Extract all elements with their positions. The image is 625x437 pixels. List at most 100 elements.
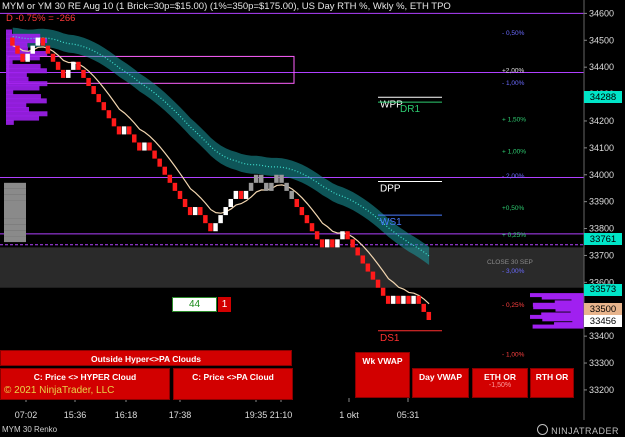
- renko-brick: [370, 271, 376, 280]
- c-price-hyper-cloud-label: C: Price <> HYPER Cloud: [33, 372, 137, 382]
- renko-brick: [223, 207, 228, 216]
- profile-bar: [4, 206, 26, 213]
- profile-bar: [6, 76, 29, 82]
- level-label: WS1: [380, 217, 402, 228]
- renko-brick: [269, 182, 274, 191]
- renko-brick: [172, 182, 178, 191]
- y-tick-label: 33400: [589, 331, 614, 341]
- profile-bar: [6, 68, 47, 74]
- renko-brick: [330, 239, 335, 248]
- renko-brick: [60, 69, 66, 78]
- y-tick-label: 33900: [589, 197, 614, 207]
- renko-brick: [396, 295, 401, 304]
- profile-bar: [6, 94, 41, 100]
- c-price-pa-cloud-button[interactable]: C: Price <>PA Cloud: [173, 368, 293, 400]
- level-label: DS1: [380, 333, 400, 344]
- day-vwap-button[interactable]: Day VWAP: [412, 368, 469, 398]
- y-tick-label: 34200: [589, 116, 614, 126]
- renko-brick: [35, 37, 41, 46]
- y-tick-label: 33300: [589, 358, 614, 368]
- drawdown-label: D -0.75% = -266: [6, 13, 76, 24]
- pct-label: - 0,50%: [502, 30, 525, 37]
- x-tick-label: 1 okt: [339, 410, 359, 420]
- pct-label: +2,00%: [502, 67, 524, 74]
- pct-label: - 2,00%: [502, 173, 525, 180]
- y-tick-label: 34400: [589, 62, 614, 72]
- renko-brick: [137, 142, 142, 151]
- renko-brick: [248, 182, 254, 191]
- renko-brick: [162, 166, 167, 175]
- profile-bar: [6, 81, 48, 87]
- profile-bar: [6, 59, 13, 65]
- wk-vwap-button[interactable]: Wk VWAP: [355, 352, 410, 398]
- brand-name: NINJATRADER: [551, 426, 619, 436]
- renko-brick: [71, 61, 76, 70]
- renko-brick: [228, 198, 233, 208]
- renko-brick: [101, 102, 107, 111]
- renko-brick: [350, 239, 355, 248]
- renko-brick: [152, 150, 157, 159]
- renko-brick: [365, 263, 371, 272]
- price-label: 33573: [584, 283, 622, 296]
- renko-brick: [319, 239, 325, 248]
- price-label: 33761: [584, 233, 622, 246]
- renko-brick: [325, 239, 330, 248]
- renko-brick: [40, 37, 46, 46]
- renko-brick: [198, 207, 203, 216]
- pct-label: - 1,00%: [502, 80, 525, 87]
- profile-bar: [6, 29, 12, 35]
- x-tick-label: 21:10: [270, 410, 293, 420]
- instrument-footer: MYM 30 Renko: [2, 425, 58, 434]
- renko-brick: [391, 295, 396, 304]
- renko-brick: [203, 215, 208, 224]
- profile-bar: [4, 188, 26, 195]
- renko-brick: [50, 53, 56, 62]
- renko-brick: [91, 86, 96, 95]
- renko-brick: [385, 295, 391, 304]
- rth-or-button[interactable]: RTH OR: [530, 368, 574, 398]
- renko-brick: [86, 77, 91, 86]
- renko-brick: [421, 303, 426, 312]
- profile-bar: [6, 89, 14, 95]
- x-tick-label: 05:31: [397, 410, 420, 420]
- x-tick-label: 15:36: [64, 410, 87, 420]
- y-tick-label: 34500: [589, 35, 614, 45]
- x-tick-label: 16:18: [115, 410, 138, 420]
- pct-label: CLOSE 30 SEP: [487, 259, 533, 266]
- renko-brick: [401, 295, 406, 304]
- renko-brick: [10, 37, 15, 46]
- renko-brick: [340, 231, 345, 240]
- y-tick-label: 33700: [589, 250, 614, 260]
- renko-brick: [345, 231, 350, 240]
- renko-brick: [279, 174, 284, 183]
- price-label: 33456: [584, 315, 622, 328]
- renko-brick: [30, 45, 35, 54]
- renko-brick: [177, 190, 183, 199]
- profile-bar: [532, 324, 584, 329]
- profile-bar: [6, 115, 40, 121]
- renko-brick: [264, 182, 269, 191]
- copyright-label: © 2021 NinjaTrader, LLC: [4, 385, 115, 396]
- renko-brick: [208, 223, 213, 232]
- pct-label: + 0,25%: [502, 232, 526, 239]
- pct-label: - 3,00%: [502, 268, 525, 275]
- renko-brick: [81, 69, 86, 78]
- renko-brick: [132, 134, 137, 143]
- renko-brick: [192, 207, 198, 216]
- profile-bar: [6, 85, 40, 91]
- renko-brick: [253, 174, 259, 183]
- rth-or-label: RTH OR: [535, 372, 569, 382]
- renko-brick: [258, 174, 264, 183]
- renko-brick: [20, 53, 25, 62]
- renko-brick: [375, 279, 381, 288]
- price-label: 33500: [584, 303, 622, 316]
- profile-bar: [4, 212, 26, 219]
- pct-label: + 1,50%: [502, 116, 526, 123]
- renko-brick: [426, 311, 432, 320]
- profile-bar: [6, 102, 27, 108]
- price-label: 34288: [584, 91, 622, 104]
- renko-brick: [66, 69, 71, 78]
- profile-bar: [4, 182, 26, 189]
- outside-hyper-pa-clouds-button[interactable]: Outside Hyper<>PA Clouds: [0, 350, 292, 366]
- eth-or-button[interactable]: ETH OR -1,50%: [472, 368, 528, 398]
